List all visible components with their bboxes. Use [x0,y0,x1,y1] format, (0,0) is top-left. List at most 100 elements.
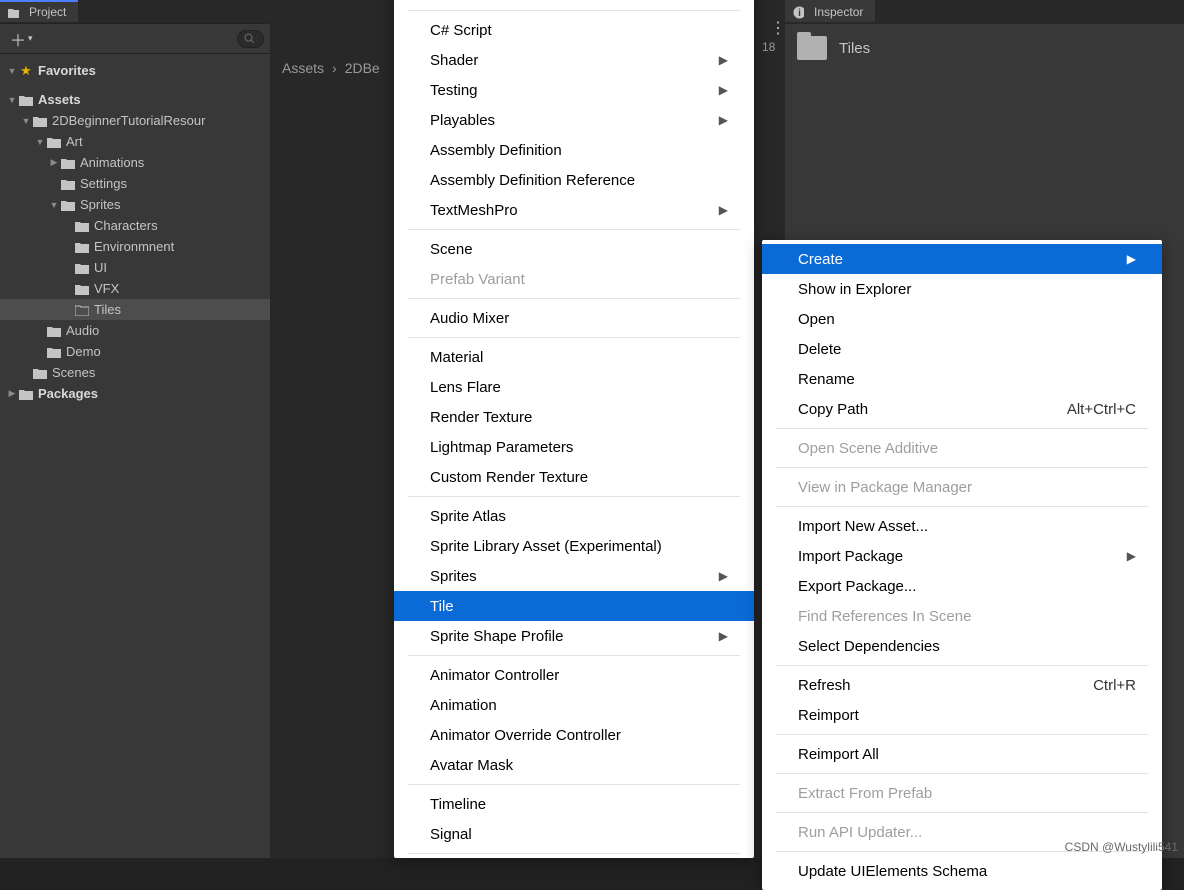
menu-item-label: Custom Render Texture [430,469,588,486]
chevron-right-icon: ▶ [719,569,728,583]
folder-icon [46,346,62,358]
inspector-title: Tiles [839,40,870,57]
tree-label: Settings [80,176,127,191]
tree-row[interactable]: Tiles [0,299,270,320]
menu-item[interactable]: Reimport [762,700,1162,730]
menu-item-label: Assembly Definition [430,142,562,159]
context-menu: Create▶Show in ExplorerOpenDeleteRenameC… [762,240,1162,890]
menu-item[interactable]: Delete [762,334,1162,364]
menu-item[interactable]: Assembly Definition Reference [394,165,754,195]
menu-item[interactable]: Shader▶ [394,45,754,75]
menu-item-label: Export Package... [798,578,916,595]
menu-item[interactable]: Playables▶ [394,105,754,135]
breadcrumb-part[interactable]: 2DBe [345,60,380,76]
tree-row[interactable]: VFX [0,278,270,299]
tree-row[interactable]: Environmnent [0,236,270,257]
menu-item-label: Import Package [798,548,903,565]
menu-item[interactable]: Open [762,304,1162,334]
folder-icon [8,7,24,18]
menu-item-label: Sprite Library Asset (Experimental) [430,538,662,555]
menu-item[interactable]: Audio Mixer [394,303,754,333]
chevron-right-icon: ▶ [719,83,728,97]
search-input[interactable] [237,30,264,48]
chevron-right-icon: ▶ [1127,252,1136,266]
menu-item-label: Assembly Definition Reference [430,172,635,189]
menu-item[interactable]: Sprites▶ [394,561,754,591]
folder-icon [74,283,90,295]
tree-row[interactable]: Characters [0,215,270,236]
chevron-down-icon: ▼ [6,66,18,76]
breadcrumb-part[interactable]: Assets [282,60,324,76]
menu-item[interactable]: Signal [394,819,754,849]
breadcrumb[interactable]: Assets › 2DBe [278,60,384,76]
folder-icon [74,262,90,274]
menu-item[interactable]: Update UIElements Schema [762,856,1162,886]
tree-row[interactable]: Scenes [0,362,270,383]
more-icon[interactable]: ⋮ [770,18,786,38]
menu-item[interactable]: Show in Explorer [762,274,1162,304]
menu-item[interactable]: Copy PathAlt+Ctrl+C [762,394,1162,424]
menu-item-label: Avatar Mask [430,757,513,774]
menu-item[interactable]: Render Texture [394,402,754,432]
menu-item-label: Lightmap Parameters [430,439,573,456]
tree-row[interactable]: ▼Art [0,131,270,152]
shortcut: Ctrl+R [1093,677,1136,694]
tree-label: Characters [94,218,158,233]
folder-icon [74,220,90,232]
tree-row[interactable]: ▼Assets [0,89,270,110]
menu-item[interactable]: Scene [394,234,754,264]
create-submenu: Folder C# ScriptShader▶Testing▶Playables▶… [394,0,754,858]
inspector-tab[interactable]: i Inspector [785,0,875,22]
menu-item-label: Import New Asset... [798,518,928,535]
project-toolbar: ＋▾ [0,24,270,54]
tree-label: Environmnent [94,239,174,254]
menu-item-label: TextMeshPro [430,202,518,219]
favorites-row[interactable]: ▼ ★ Favorites [0,60,270,81]
project-tab[interactable]: Project [0,0,78,22]
svg-text:i: i [798,8,801,19]
menu-item[interactable]: Import Package▶ [762,541,1162,571]
menu-item[interactable]: Import New Asset... [762,511,1162,541]
menu-item[interactable]: TextMeshPro▶ [394,195,754,225]
menu-item[interactable]: Testing▶ [394,75,754,105]
menu-item[interactable]: Custom Render Texture [394,462,754,492]
menu-item[interactable]: Lens Flare [394,372,754,402]
tree-row[interactable]: ▼Sprites [0,194,270,215]
tree-row[interactable]: Audio [0,320,270,341]
menu-item[interactable]: Sprite Library Asset (Experimental) [394,531,754,561]
menu-item[interactable]: Lightmap Parameters [394,432,754,462]
menu-item[interactable]: Avatar Mask [394,750,754,780]
menu-item[interactable]: Material [394,342,754,372]
menu-item[interactable]: Animator Controller [394,660,754,690]
menu-item[interactable]: Tile [394,591,754,621]
menu-item[interactable]: Export Package... [762,571,1162,601]
folder-icon [18,388,34,400]
folder-icon [32,367,48,379]
menu-item[interactable]: Timeline [394,789,754,819]
tree-row[interactable]: Settings [0,173,270,194]
chevron-icon: ▶ [6,388,18,399]
folder-icon [60,157,76,169]
menu-item[interactable]: Rename [762,364,1162,394]
menu-item[interactable]: Animator Override Controller [394,720,754,750]
menu-item[interactable]: Animation [394,690,754,720]
menu-item[interactable]: Select Dependencies [762,631,1162,661]
menu-item: Prefab Variant [394,264,754,294]
tree-row[interactable]: ▶Animations [0,152,270,173]
menu-item[interactable]: C# Script [394,15,754,45]
tree-row[interactable]: Demo [0,341,270,362]
menu-item[interactable]: Folder [394,0,754,6]
menu-item-label: Refresh [798,677,851,694]
tree-row[interactable]: UI [0,257,270,278]
tree-row[interactable]: ▶Packages [0,383,270,404]
chevron-icon: ▼ [34,137,46,147]
menu-item[interactable]: Sprite Shape Profile▶ [394,621,754,651]
menu-item[interactable]: Sprite Atlas [394,501,754,531]
add-button[interactable]: ＋▾ [6,25,37,53]
menu-item[interactable]: Refresh Ctrl+R [762,670,1162,700]
menu-item[interactable]: Create▶ [762,244,1162,274]
menu-item-label: Delete [798,341,841,358]
tree-row[interactable]: ▼2DBeginnerTutorialResour [0,110,270,131]
menu-item[interactable]: Assembly Definition [394,135,754,165]
menu-item[interactable]: Reimport All [762,739,1162,769]
